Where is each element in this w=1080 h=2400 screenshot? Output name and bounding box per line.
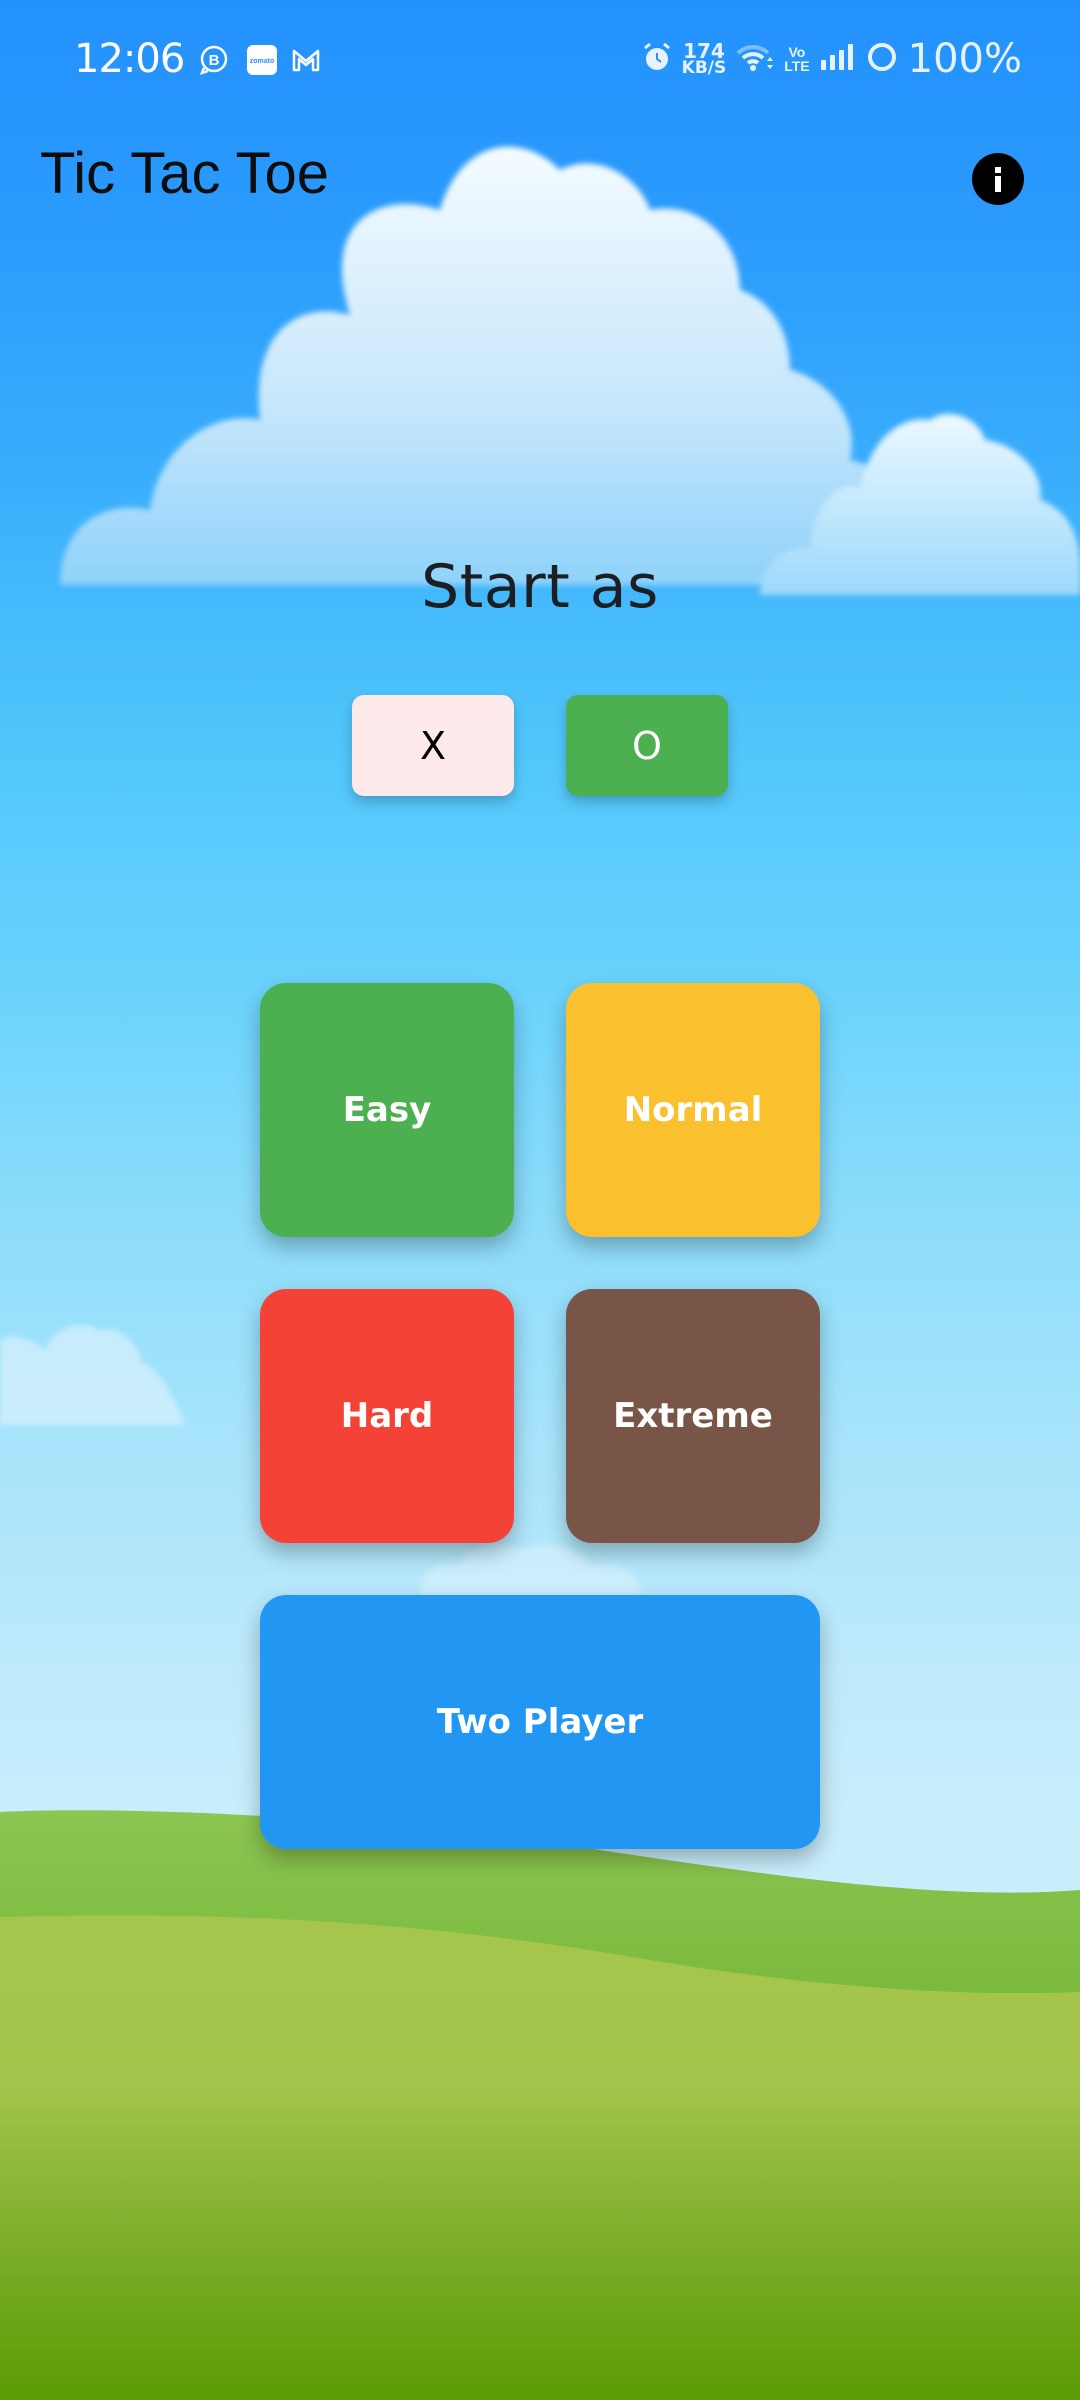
- status-right-cluster: 174 KB/S Vo LTE 100%: [642, 36, 1022, 82]
- app-title: Tic Tac Toe: [40, 141, 330, 206]
- alarm-icon: [642, 41, 672, 78]
- battery-percent: 100%: [907, 36, 1022, 82]
- x-label: X: [419, 723, 447, 768]
- start-as-o-button[interactable]: O: [566, 695, 728, 796]
- info-icon: [995, 167, 1001, 192]
- start-as-heading: Start as: [421, 552, 659, 622]
- gmail-icon: [290, 44, 322, 81]
- small-cloud-left: [0, 1325, 185, 1425]
- easy-label: Easy: [342, 1090, 432, 1130]
- volte-indicator: Vo LTE: [784, 44, 810, 74]
- info-button[interactable]: [972, 153, 1024, 205]
- background-scenery: [0, 146, 1080, 2400]
- easy-button[interactable]: Easy: [260, 983, 514, 1237]
- extreme-button[interactable]: Extreme: [566, 1289, 820, 1543]
- extreme-label: Extreme: [613, 1396, 773, 1436]
- normal-label: Normal: [623, 1090, 763, 1130]
- battery-ring-icon: [866, 41, 898, 78]
- o-label: O: [632, 723, 662, 768]
- network-speed: 174 KB/S: [681, 39, 727, 78]
- hard-label: Hard: [340, 1396, 434, 1436]
- svg-text:zomato: zomato: [250, 58, 275, 65]
- two-player-button[interactable]: Two Player: [260, 1595, 820, 1849]
- front-hill: [0, 1915, 1080, 2400]
- hard-button[interactable]: Hard: [260, 1289, 514, 1543]
- wifi-icon: [736, 41, 774, 78]
- status-time: 12:06: [74, 36, 185, 82]
- start-as-x-button[interactable]: X: [352, 695, 514, 796]
- svg-text:B: B: [209, 52, 220, 69]
- whatsapp-business-icon: B: [198, 44, 230, 81]
- big-cloud: [60, 146, 908, 585]
- zomato-icon: zomato: [246, 44, 278, 81]
- status-bar: 12:06 B zomato 174 KB/S Vo LTE 100%: [0, 0, 1080, 120]
- normal-button[interactable]: Normal: [566, 983, 820, 1237]
- two-player-label: Two Player: [436, 1702, 644, 1742]
- signal-icon: [820, 42, 856, 77]
